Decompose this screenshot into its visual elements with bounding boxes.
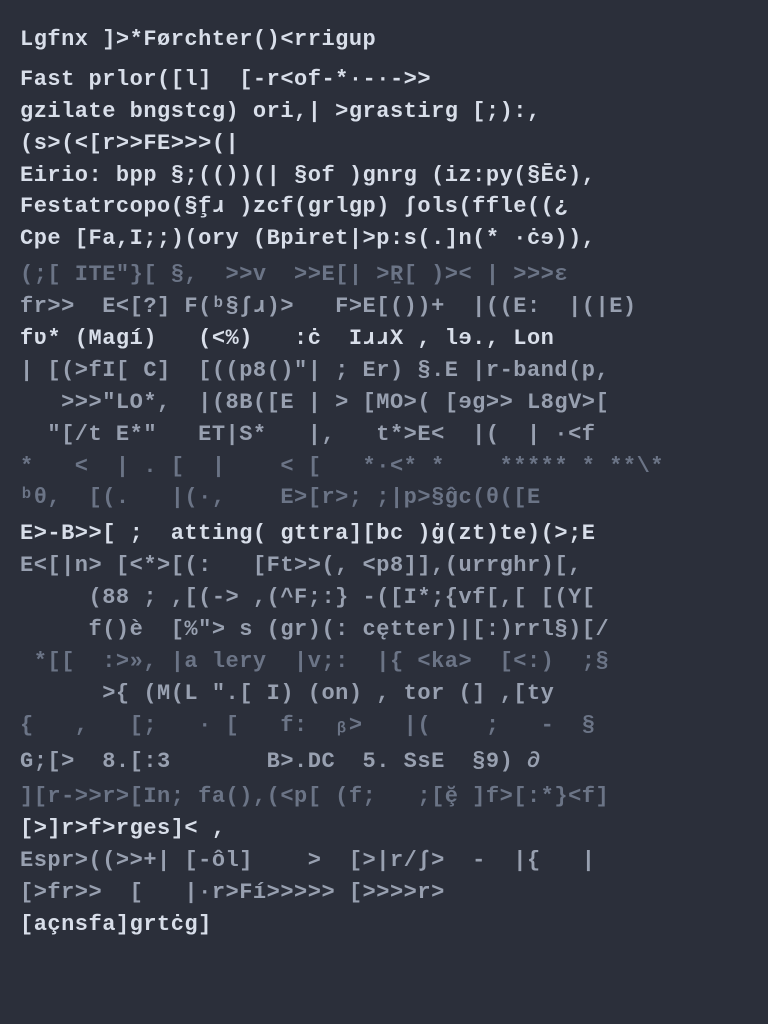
code-line-7: (;[ ITE"}[ §, >>v >>E[| >Ṟ[ )>< | >>>ε — [20, 259, 748, 291]
code-line-23: ][r->>r>[In; fa(),(<p[ (f; ;[ḝ ]f>[:*}<f… — [20, 781, 748, 813]
code-line-12: "[/t E*" ET|S* |, t*>E< |( | ·<f — [20, 419, 748, 451]
code-line-8: fr>> E<[?] F(ᵇ§∫ɹ)> F>E[())+ |((E: |(|E) — [20, 291, 748, 323]
code-line-9: fʋ* (Magí) (<%) :ċ IɹɹX , lɘ., Lon — [20, 323, 748, 355]
code-line-14: ᵇθ, [(. |(·, E>[r>; ;|p>§ĝc(θ([E — [20, 482, 748, 514]
code-line-17: (88 ; ,[(-> ,(^F;:} -([I*;{vf[,[ [(Y[ — [20, 582, 748, 614]
terminal-output: Lgfnx ]>*Førchter()<rrigup Fast prlor([l]… — [20, 24, 748, 941]
code-line-2: gzilate bngstcg) ori,| >grastirg [;):, — [20, 96, 748, 128]
code-line-24: [>]r>f>rges]< , — [20, 813, 748, 845]
code-line-15: E>-B>>[ ; atting( gttra][bc )ġ(zt)te)(>;… — [20, 518, 748, 550]
code-line-6: Cpe [Fa,I;;)(ory (Bpiret|>p:s(.]n(* ·ċɘ)… — [20, 223, 748, 255]
code-line-19: *[[ :>», |a lery |v;: |{ <ka> [<:) ;§ — [20, 646, 748, 678]
code-line-10: | [(>fI[ C] [((p8()"| ; Er) §.E |r-band(… — [20, 355, 748, 387]
code-line-20: >{ (M(L ".[ I) (on) , tor (] ,[ty — [20, 678, 748, 710]
code-line-4: Eirio: bpp §;(())(| §of )gnrg (iz:py(§Ēċ… — [20, 160, 748, 192]
code-line-18: f()è [%"> s (gr)(: cętter)|[:)rrl§)[/ — [20, 614, 748, 646]
code-line-21: { , [; · [ f: ᵦ> |( ; - § — [20, 710, 748, 742]
code-line-22: G;[> 8.[:3 B>.DC 5. SsE §9) ∂ — [20, 746, 748, 778]
code-line-27: [açnsfa]grtċg] — [20, 909, 748, 941]
code-line-11: >>>"LO*, |(8B([E | > [MO>( [ɘg>> L8gV>[ — [20, 387, 748, 419]
code-line-16: E<[|n> [<*>[(: [Ft>>(, <p8]],(urrghr)[, — [20, 550, 748, 582]
code-line-13: * < | . [ | < [ *·<* * ***** * **\* — [20, 451, 748, 483]
code-line-3: (s>(<[r>>FE>>>(| — [20, 128, 748, 160]
code-line-0: Lgfnx ]>*Førchter()<rrigup — [20, 24, 748, 56]
code-line-5: Festatrcopo(§f̧ɹ )zcf(grlgp) ∫ols(ffle((… — [20, 191, 748, 223]
code-line-25: Espr>((>>+| [-ôl] > [>|r/∫> - |{ | — [20, 845, 748, 877]
code-line-1: Fast prlor([l] [-r<of-*·-·->> — [20, 64, 748, 96]
code-line-26: [>fr>> [ |·r>Fí>>>>> [>>>>r> — [20, 877, 748, 909]
